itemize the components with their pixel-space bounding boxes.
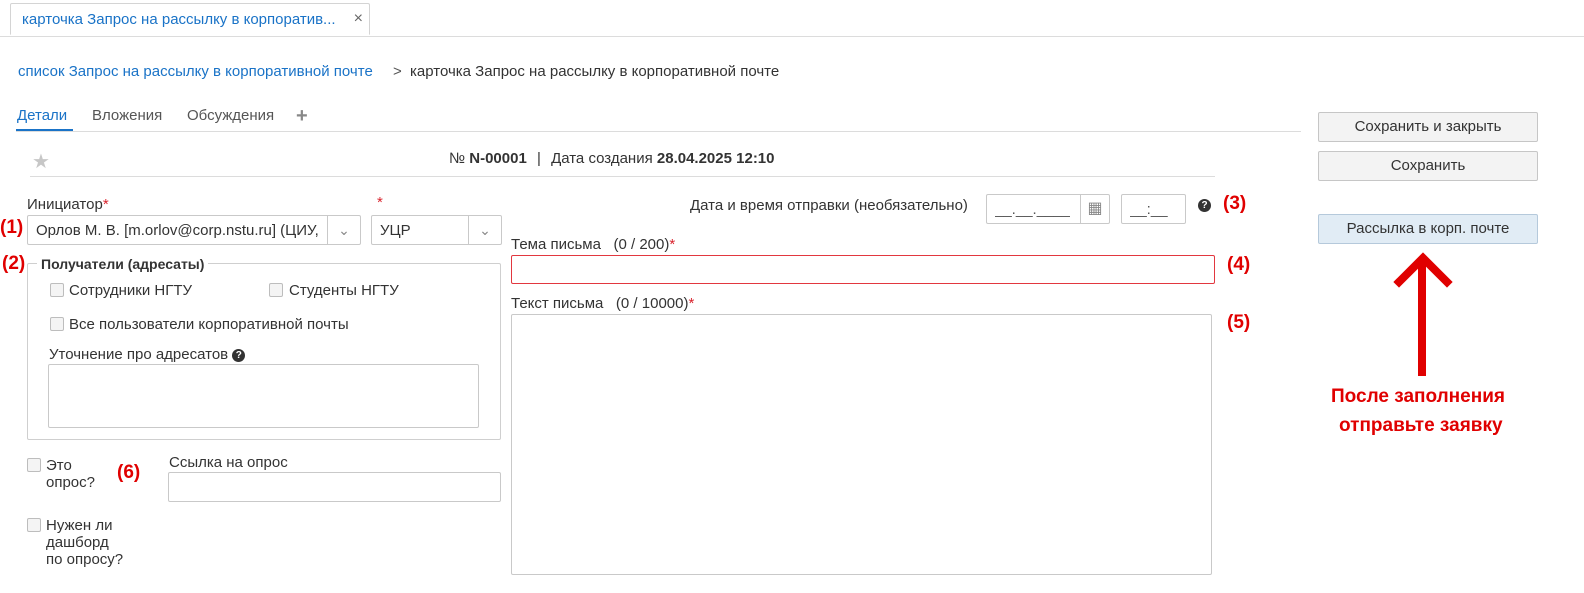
header-divider bbox=[30, 176, 1215, 177]
document-tab[interactable]: карточка Запрос на рассылку в корпоратив… bbox=[10, 3, 370, 35]
subject-input[interactable] bbox=[511, 255, 1215, 284]
number-label: № bbox=[449, 150, 466, 167]
required-mark: * bbox=[102, 196, 109, 213]
chevron-down-icon[interactable]: ⌄ bbox=[327, 216, 360, 244]
subject-counter: (0 / 200) bbox=[613, 236, 670, 253]
record-number: N-00001 bbox=[469, 150, 527, 167]
save-button[interactable]: Сохранить bbox=[1318, 151, 1538, 181]
instruction-line-2: отправьте заявку bbox=[1339, 415, 1503, 436]
students-checkbox[interactable] bbox=[269, 283, 283, 297]
body-label: Текст письма (0 / 10000)* bbox=[511, 295, 694, 312]
date-placeholder: __.__.____ bbox=[995, 201, 1071, 218]
employees-label: Сотрудники НГТУ bbox=[69, 282, 193, 299]
close-icon[interactable]: × bbox=[354, 10, 363, 28]
required-mark: * bbox=[669, 236, 676, 253]
employees-checkbox[interactable] bbox=[50, 283, 64, 297]
dept-required-mark: * bbox=[377, 194, 383, 211]
header-separator: | bbox=[536, 150, 541, 167]
body-label-text: Текст письма bbox=[511, 295, 604, 312]
initiator-label-text: Инициатор bbox=[27, 196, 103, 213]
add-tab-icon[interactable]: + bbox=[296, 105, 308, 128]
send-time-input[interactable]: __:__ bbox=[1121, 194, 1186, 224]
send-date-input[interactable]: __.__.____ ▦ bbox=[986, 194, 1110, 224]
all-users-checkbox[interactable] bbox=[50, 317, 64, 331]
time-placeholder: __:__ bbox=[1130, 201, 1168, 218]
annotation-2: (2) bbox=[2, 253, 26, 274]
recipients-legend: Получатели (адресаты) bbox=[37, 256, 209, 272]
tab-attachments[interactable]: Вложения bbox=[92, 107, 162, 124]
department-select[interactable]: УЦР ⌄ bbox=[371, 215, 502, 245]
body-textarea[interactable] bbox=[511, 314, 1212, 575]
created-date: 28.04.2025 12:10 bbox=[656, 150, 775, 167]
created-label: Дата создания bbox=[551, 150, 653, 167]
subject-label: Тема письма (0 / 200)* bbox=[511, 236, 675, 253]
annotation-3: (3) bbox=[1223, 193, 1247, 214]
students-label: Студенты НГТУ bbox=[289, 282, 399, 299]
tabs-divider bbox=[16, 131, 1301, 132]
send-datetime-label: Дата и время отправки (необязательно) bbox=[690, 197, 968, 214]
subject-label-text: Тема письма bbox=[511, 236, 601, 253]
tab-discussions[interactable]: Обсуждения bbox=[187, 107, 274, 124]
initiator-select[interactable]: Орлов М. В. [m.orlov@corp.nstu.ru] (ЦИУ,… bbox=[27, 215, 361, 245]
calendar-icon[interactable]: ▦ bbox=[1080, 195, 1109, 223]
dashboard-label-2: дашборд bbox=[46, 534, 109, 551]
star-icon[interactable]: ★ bbox=[32, 149, 50, 174]
is-survey-label-1: Это bbox=[46, 457, 72, 474]
clarify-label-text: Уточнение про адресатов bbox=[49, 346, 229, 363]
breadcrumb-current: карточка Запрос на рассылку в корпоратив… bbox=[410, 63, 780, 80]
survey-link-input[interactable] bbox=[168, 472, 501, 502]
tab-details[interactable]: Детали bbox=[17, 107, 67, 124]
instruction-line-1: После заполнения bbox=[1331, 386, 1505, 407]
chevron-down-icon[interactable]: ⌄ bbox=[468, 216, 501, 244]
annotation-5: (5) bbox=[1227, 312, 1251, 333]
help-icon[interactable]: ? bbox=[232, 349, 246, 362]
department-value: УЦР bbox=[380, 222, 411, 239]
arrow-shaft bbox=[1418, 262, 1426, 376]
document-tab-title[interactable]: карточка Запрос на рассылку в корпоратив… bbox=[22, 11, 336, 28]
dashboard-label-1: Нужен ли bbox=[46, 517, 113, 534]
save-and-close-button[interactable]: Сохранить и закрыть bbox=[1318, 112, 1538, 142]
help-icon[interactable]: ? bbox=[1198, 199, 1211, 212]
required-mark: * bbox=[688, 295, 695, 312]
record-header: № N-00001 | Дата создания 28.04.2025 12:… bbox=[449, 150, 775, 167]
breadcrumb-separator: > bbox=[393, 63, 402, 80]
breadcrumb-list-link[interactable]: список Запрос на рассылку в корпоративно… bbox=[18, 63, 373, 80]
send-corporate-mail-button[interactable]: Рассылка в корп. почте bbox=[1318, 214, 1538, 244]
initiator-label: Инициатор* bbox=[27, 196, 109, 213]
document-tab-strip: карточка Запрос на рассылку в корпоратив… bbox=[0, 0, 1584, 37]
annotation-6: (6) bbox=[117, 462, 141, 483]
survey-link-label: Ссылка на опрос bbox=[169, 454, 288, 471]
body-counter: (0 / 10000) bbox=[615, 295, 689, 312]
dashboard-label-3: по опросу? bbox=[46, 551, 124, 568]
all-users-label: Все пользователи корпоративной почты bbox=[69, 316, 349, 333]
is-survey-checkbox[interactable] bbox=[27, 458, 41, 472]
annotation-4: (4) bbox=[1227, 254, 1251, 275]
clarify-label: Уточнение про адресатов ? bbox=[49, 346, 246, 363]
is-survey-label-2: опрос? bbox=[46, 474, 95, 491]
annotation-1: (1) bbox=[0, 217, 24, 238]
initiator-value: Орлов М. В. [m.orlov@corp.nstu.ru] (ЦИУ, bbox=[36, 222, 319, 239]
dashboard-checkbox[interactable] bbox=[27, 518, 41, 532]
clarify-textarea[interactable] bbox=[48, 364, 479, 428]
active-tab-indicator bbox=[16, 129, 73, 131]
